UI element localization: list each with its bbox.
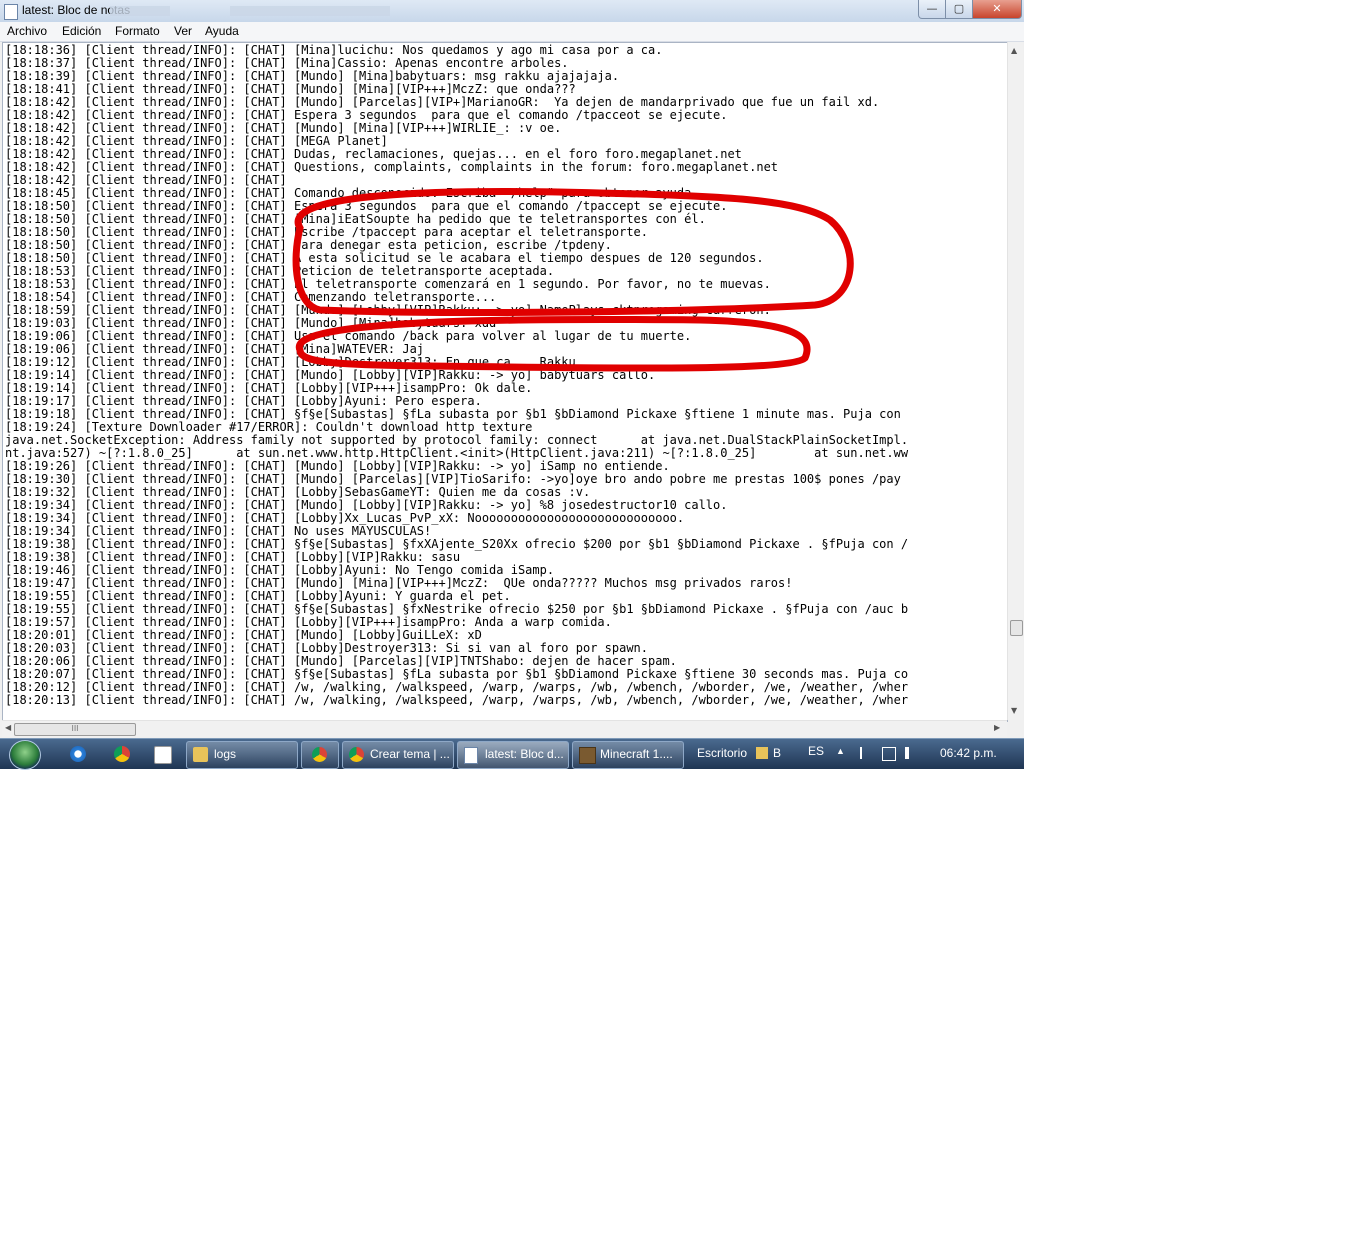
log-line: [18:20:13] [Client thread/INFO]: [CHAT] …: [5, 693, 909, 707]
title-bar[interactable]: latest: Bloc de notas — ▢ ✕: [0, 0, 1024, 22]
vertical-scrollbar[interactable]: ▲ ▼: [1007, 42, 1023, 720]
taskbar-item-minecraft[interactable]: Minecraft 1....: [572, 741, 684, 769]
tray-letter: B: [773, 746, 782, 760]
background-window-ghost: [230, 6, 390, 16]
scroll-down-icon[interactable]: ▼: [1011, 706, 1017, 715]
flag-icon[interactable]: [860, 747, 874, 759]
folder-icon: [193, 747, 208, 762]
folder-icon[interactable]: [756, 747, 768, 759]
maximize-button[interactable]: ▢: [945, 0, 973, 19]
minecraft-icon: [579, 747, 596, 764]
scroll-left-icon[interactable]: ◀: [5, 723, 11, 732]
ie-icon[interactable]: [70, 746, 86, 762]
notepad-icon: [464, 747, 478, 764]
hscroll-thumb[interactable]: III: [14, 723, 136, 736]
taskbar-item-notepad[interactable]: latest: Bloc d...: [457, 741, 569, 769]
taskbar: logs Crear tema | ... latest: Bloc d... …: [0, 738, 1024, 770]
notepad-icon: [4, 4, 18, 20]
chrome-icon: [349, 747, 364, 762]
menu-ayuda[interactable]: Ayuda: [205, 24, 239, 38]
menu-edicion[interactable]: Edición: [62, 24, 101, 38]
taskbar-item-chrome-group[interactable]: [301, 741, 339, 769]
solitaire-icon[interactable]: [154, 746, 172, 764]
horizontal-scrollbar[interactable]: ◀ III ▶: [2, 720, 1007, 737]
menu-archivo[interactable]: Archivo: [7, 24, 47, 38]
menu-bar: Archivo Edición Formato Ver Ayuda: [0, 22, 1024, 42]
desktop-toolbar-label[interactable]: Escritorio: [697, 746, 747, 760]
volume-icon[interactable]: [905, 747, 915, 759]
network-icon[interactable]: [882, 747, 896, 761]
taskbar-item-crear-tema[interactable]: Crear tema | ...: [342, 741, 454, 769]
chrome-icon[interactable]: [114, 746, 130, 762]
language-indicator[interactable]: ES: [808, 744, 824, 758]
text-editor[interactable]: [18:18:36] [Client thread/INFO]: [CHAT] …: [2, 42, 1008, 722]
clock[interactable]: 06:42 p.m.: [940, 746, 997, 760]
log-text: [18:18:36] [Client thread/INFO]: [CHAT] …: [5, 44, 908, 707]
menu-ver[interactable]: Ver: [174, 24, 192, 38]
show-hidden-icons-icon[interactable]: ▲: [836, 746, 845, 756]
menu-formato[interactable]: Formato: [115, 24, 160, 38]
chrome-icon: [312, 747, 327, 762]
taskbar-item-logs[interactable]: logs: [186, 741, 298, 769]
scroll-right-icon[interactable]: ▶: [994, 723, 1000, 732]
notepad-window: latest: Bloc de notas — ▢ ✕ Archivo Edic…: [0, 0, 1024, 738]
scroll-thumb[interactable]: [1010, 620, 1023, 636]
minimize-button[interactable]: —: [918, 0, 946, 19]
background-window-ghost: [110, 6, 170, 16]
close-button[interactable]: ✕: [972, 0, 1022, 19]
start-button[interactable]: [9, 740, 41, 770]
scroll-up-icon[interactable]: ▲: [1011, 46, 1017, 55]
